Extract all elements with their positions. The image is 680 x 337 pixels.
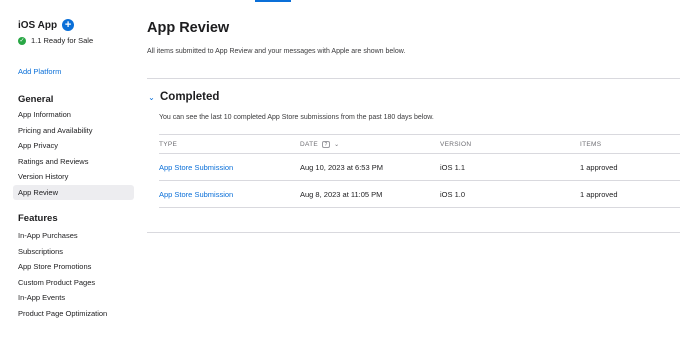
sidebar-item-app-privacy[interactable]: App Privacy xyxy=(13,138,134,154)
sidebar-item-pricing-and-availability[interactable]: Pricing and Availability xyxy=(13,123,134,139)
completed-section-title: Completed xyxy=(160,91,220,103)
column-header-type: TYPE xyxy=(159,141,178,148)
submission-items: 1 approved xyxy=(580,163,618,172)
column-header-date-label: DATE xyxy=(300,141,319,148)
column-header-items: ITEMS xyxy=(580,141,602,148)
app-name: iOS App xyxy=(18,19,58,31)
sidebar-item-in-app-purchases[interactable]: In-App Purchases xyxy=(13,228,134,244)
sidebar-item-ratings-and-reviews[interactable]: Ratings and Reviews xyxy=(13,154,134,170)
submission-date: Aug 8, 2023 at 11:05 PM xyxy=(300,190,383,199)
status-text: 1.1 Ready for Sale xyxy=(31,36,94,45)
sidebar-item-in-app-events[interactable]: In-App Events xyxy=(13,290,134,306)
sidebar-item-subscriptions[interactable]: Subscriptions xyxy=(13,244,134,260)
sidebar-item-product-page-optimization[interactable]: Product Page Optimization xyxy=(13,306,134,322)
submission-version: iOS 1.1 xyxy=(440,163,466,172)
submission-type-link[interactable]: App Store Submission xyxy=(159,190,233,199)
section-title-general: General xyxy=(18,94,54,105)
add-platform-link[interactable]: Add Platform xyxy=(18,67,61,76)
table-row: App Store Submission Aug 8, 2023 at 11:0… xyxy=(159,181,680,208)
page-title: App Review xyxy=(147,20,230,36)
submission-items: 1 approved xyxy=(580,190,618,199)
divider xyxy=(147,232,680,233)
sidebar-item-app-information[interactable]: App Information xyxy=(13,107,134,123)
section-title-features: Features xyxy=(18,213,58,224)
column-header-version: VERSION xyxy=(440,141,472,148)
table-row: App Store Submission Aug 10, 2023 at 6:5… xyxy=(159,154,680,181)
sidebar: iOS App + ✓ 1.1 Ready for Sale Add Platf… xyxy=(0,0,140,337)
help-icon[interactable]: ? xyxy=(322,141,331,148)
features-nav-list: In-App Purchases Subscriptions App Store… xyxy=(13,228,134,321)
sidebar-item-app-store-promotions[interactable]: App Store Promotions xyxy=(13,259,134,275)
completed-section-toggle[interactable]: ⌄ Completed xyxy=(147,91,219,103)
sidebar-item-version-history[interactable]: Version History xyxy=(13,169,134,185)
sidebar-item-custom-product-pages[interactable]: Custom Product Pages xyxy=(13,275,134,291)
chevron-down-icon[interactable]: ⌄ xyxy=(147,93,156,102)
submission-type-link[interactable]: App Store Submission xyxy=(159,163,233,172)
app-status: ✓ 1.1 Ready for Sale xyxy=(18,36,93,45)
app-header: iOS App + xyxy=(18,19,75,31)
main-content: App Review All items submitted to App Re… xyxy=(147,0,680,337)
submission-version: iOS 1.0 xyxy=(440,190,466,199)
column-header-date[interactable]: DATE ? ⌄ xyxy=(300,141,339,148)
divider xyxy=(147,78,680,79)
general-nav-list: App Information Pricing and Availability… xyxy=(13,107,134,200)
completed-description: You can see the last 10 completed App St… xyxy=(159,114,434,121)
checkmark-icon: ✓ xyxy=(18,36,26,45)
table-header: TYPE DATE ? ⌄ VERSION ITEMS xyxy=(159,134,680,154)
page-description: All items submitted to App Review and yo… xyxy=(147,48,406,55)
add-icon[interactable]: + xyxy=(62,19,75,31)
submissions-table: TYPE DATE ? ⌄ VERSION ITEMS App Store Su… xyxy=(159,134,680,208)
sidebar-item-app-review[interactable]: App Review xyxy=(13,184,134,200)
submission-date: Aug 10, 2023 at 6:53 PM xyxy=(300,163,383,172)
sort-chevron-icon[interactable]: ⌄ xyxy=(334,141,339,148)
